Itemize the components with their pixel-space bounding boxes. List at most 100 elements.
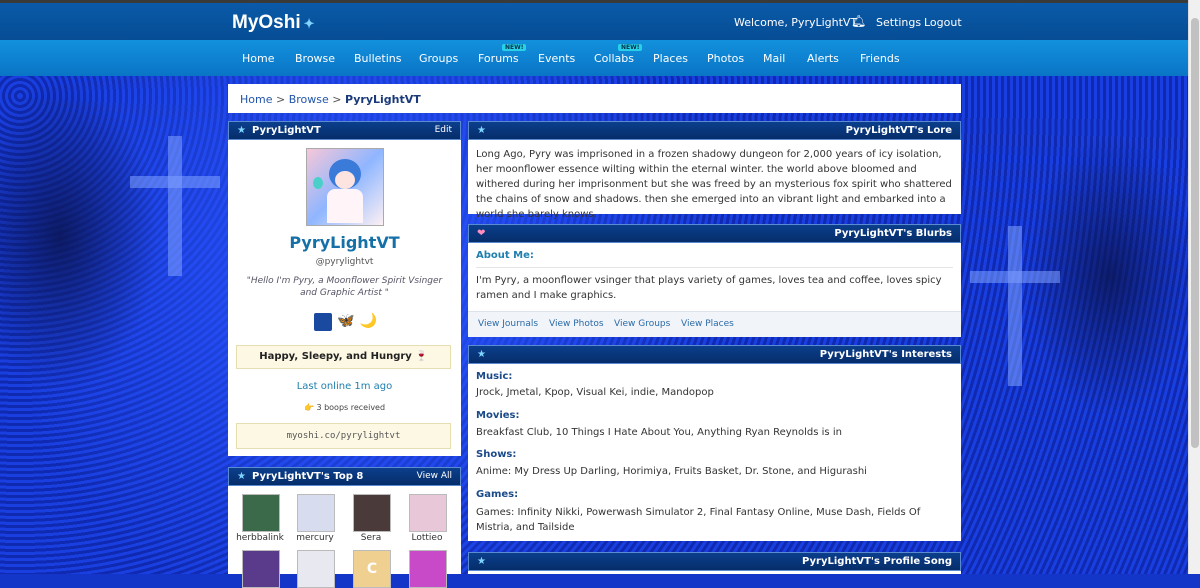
boops-count[interactable]: 👉 3 boops received (228, 403, 461, 412)
shows-text: Anime: My Dress Up Darling, Horimiya, Fr… (476, 466, 867, 477)
nav-bulletins[interactable]: Bulletins (354, 52, 401, 65)
lore-header: ★ PyryLightVT's Lore (468, 121, 961, 140)
nav-events[interactable]: Events (538, 52, 575, 65)
friend-name[interactable]: mercury (287, 533, 343, 543)
blurbs-header: ❤ PyryLightVT's Blurbs (468, 224, 961, 243)
logout-link[interactable]: Logout (924, 16, 962, 29)
view-journals-link[interactable]: View Journals (478, 319, 538, 329)
sparkle-icon: ✦ (303, 16, 315, 31)
friend-name[interactable]: Sera (343, 533, 399, 543)
divider (476, 267, 953, 268)
friend-avatar-letter[interactable]: C (353, 550, 391, 588)
nav-browse[interactable]: Browse (295, 52, 335, 65)
movies-label: Movies: (476, 410, 520, 421)
top-bar: MyOshi ✦ Welcome, PyryLightVT 🔔︎ Settings… (0, 0, 1188, 40)
friend-avatar-lottieo[interactable] (409, 494, 447, 532)
avatar[interactable] (306, 148, 384, 226)
nav-home[interactable]: Home (242, 52, 274, 65)
nav-friends[interactable]: Friends (860, 52, 900, 65)
heart-icon: ❤ (477, 228, 486, 239)
pointing-hand-icon: 👉 (303, 403, 314, 412)
view-all-link[interactable]: View All (417, 468, 452, 485)
nav-photos[interactable]: Photos (707, 52, 744, 65)
friend-name[interactable]: Lottieo (399, 533, 455, 543)
interests-header: ★ PyryLightVT's Interests (468, 345, 961, 364)
avatar-balloon (313, 177, 323, 189)
moon-badge-icon[interactable]: 🌙 (360, 313, 377, 331)
profile-song-panel: ★ PyryLightVT's Profile Song (468, 552, 961, 574)
breadcrumb-sep: > (332, 93, 342, 106)
blurbs-title: PyryLightVT's Blurbs (834, 228, 952, 239)
badge-row: 🎨 🦋 🌙 (308, 313, 383, 331)
lore-title: PyryLightVT's Lore (845, 125, 952, 136)
nav-forums[interactable]: Forums (478, 52, 519, 65)
top8-title: PyryLightVT's Top 8 (251, 471, 364, 482)
friend-avatar-herbbalink[interactable] (242, 494, 280, 532)
wallpaper-cross (1008, 226, 1022, 386)
about-me-text: I'm Pyry, a moonflower vsinger that play… (476, 275, 942, 301)
mood-box: Happy, Sleepy, and Hungry 🍷 (236, 345, 451, 369)
profile-card-header: ★ PyryLightVT Edit (228, 121, 461, 140)
blurbs-links-bar: View Journals View Photos View Groups Vi… (468, 311, 961, 337)
profile-name: PyryLightVT (289, 233, 400, 252)
wallpaper-cross (130, 176, 220, 188)
nav-collabs[interactable]: Collabs (594, 52, 634, 65)
nav-collabs-wrap: NEW! Collabs (594, 44, 643, 65)
star-icon: ★ (477, 556, 486, 567)
bell-icon[interactable]: 🔔︎ (851, 14, 866, 28)
view-photos-link[interactable]: View Photos (549, 319, 604, 329)
star-icon: ★ (477, 349, 486, 360)
nav-mail[interactable]: Mail (763, 52, 785, 65)
edit-link[interactable]: Edit (435, 122, 452, 139)
blurbs-panel: ❤ PyryLightVT's Blurbs About Me: I'm Pyr… (468, 224, 961, 337)
interests-panel: ★ PyryLightVT's Interests Music: Jrock, … (468, 345, 961, 541)
top8-panel: ★ PyryLightVT's Top 8 View All herbbalink… (228, 467, 461, 588)
friend-avatar-sera[interactable] (353, 494, 391, 532)
avatar-face (335, 171, 355, 189)
avatar-body (327, 189, 363, 223)
butterfly-badge-icon[interactable]: 🦋 (337, 313, 354, 331)
movies-text: Breakfast Club, 10 Things I Hate About Y… (476, 427, 842, 438)
lore-text: Long Ago, Pyry was imprisoned in a froze… (476, 149, 952, 220)
paintbrush-badge-icon[interactable]: 🎨 (314, 313, 333, 331)
friend-avatar[interactable] (409, 550, 447, 588)
wallpaper-cross (970, 271, 1060, 283)
games-label: Games: (476, 489, 519, 500)
settings-link[interactable]: Settings (876, 16, 921, 29)
music-label: Music: (476, 371, 513, 382)
scrollbar-thumb[interactable] (1191, 18, 1199, 448)
profile-card-title: PyryLightVT (251, 125, 321, 136)
interests-title: PyryLightVT's Interests (819, 349, 952, 360)
friend-avatar[interactable] (242, 550, 280, 588)
friend-avatar-mercury[interactable] (297, 494, 335, 532)
profile-quote: "Hello I'm Pyry, a Moonflower Spirit Vsi… (246, 276, 443, 298)
nav-forums-wrap: NEW! Forums (478, 44, 527, 65)
boops-text: 3 boops received (316, 403, 386, 412)
view-groups-link[interactable]: View Groups (614, 319, 670, 329)
new-badge: NEW! (502, 44, 527, 51)
breadcrumb-sep: > (275, 93, 286, 106)
nav-places[interactable]: Places (653, 52, 688, 65)
star-icon: ★ (477, 125, 486, 136)
new-badge: NEW! (618, 44, 643, 51)
friend-avatar[interactable] (297, 550, 335, 588)
friend-name[interactable]: herbbalink (232, 533, 288, 543)
breadcrumb-browse[interactable]: Browse (289, 93, 329, 106)
profile-handle: @pyrylightvt (315, 257, 374, 267)
top8-header: ★ PyryLightVT's Top 8 View All (228, 467, 461, 486)
profile-url[interactable]: myoshi.co/pyrylightvt (236, 423, 451, 449)
lore-panel: ★ PyryLightVT's Lore Long Ago, Pyry was … (468, 121, 961, 220)
profile-song-header: ★ PyryLightVT's Profile Song (468, 552, 961, 571)
view-places-link[interactable]: View Places (681, 319, 734, 329)
profile-song-title: PyryLightVT's Profile Song (802, 556, 952, 567)
nav-alerts[interactable]: Alerts (807, 52, 839, 65)
breadcrumb-current: PyryLightVT (344, 93, 421, 106)
breadcrumb: Home > Browse > PyryLightVT (228, 84, 961, 113)
breadcrumb-home[interactable]: Home (240, 93, 272, 106)
site-logo[interactable]: MyOshi ✦ (232, 12, 315, 34)
star-icon: ★ (237, 471, 246, 482)
scrollbar[interactable] (1188, 0, 1200, 574)
main-nav: Home Browse Bulletins Groups NEW! Forums… (0, 40, 1188, 76)
shows-label: Shows: (476, 449, 517, 460)
nav-groups[interactable]: Groups (419, 52, 458, 65)
